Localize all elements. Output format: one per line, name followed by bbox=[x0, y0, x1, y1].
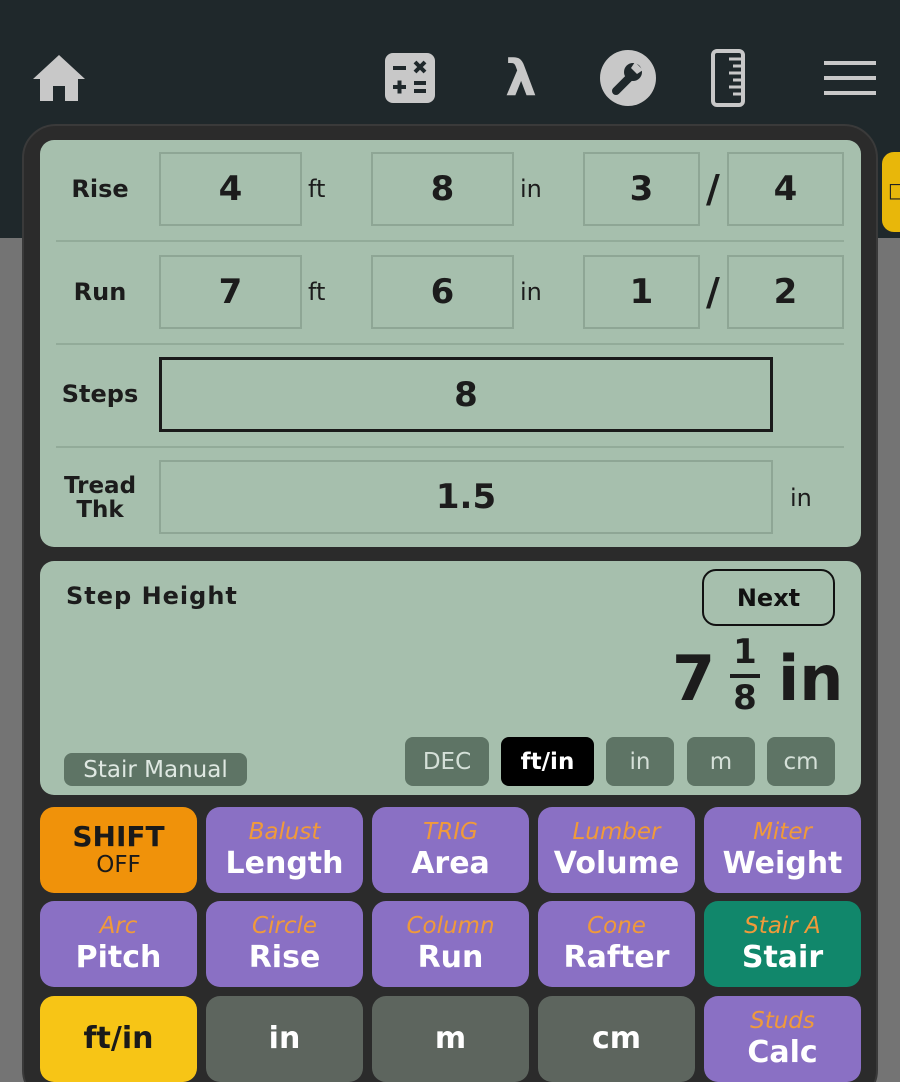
wrench-icon[interactable] bbox=[599, 50, 657, 106]
key-primary-label: Weight bbox=[722, 846, 843, 881]
result-label: Step Height bbox=[66, 582, 238, 610]
key-secondary-label: Lumber bbox=[572, 819, 661, 845]
key-in[interactable]: in bbox=[206, 996, 363, 1082]
result-unit: in bbox=[778, 642, 844, 715]
rise-label: Rise bbox=[71, 175, 129, 203]
key-secondary-label: Stair A bbox=[744, 913, 821, 939]
run-fraction-slash: / bbox=[706, 270, 720, 314]
key-primary-label: Volume bbox=[553, 846, 680, 881]
run-denominator-field[interactable]: 2 bbox=[727, 255, 844, 329]
key-secondary-label: Balust bbox=[248, 819, 321, 845]
key-run[interactable]: Column Run bbox=[372, 901, 529, 987]
run-in-unit: in bbox=[520, 278, 542, 306]
key-primary-label: Area bbox=[411, 846, 490, 881]
key-secondary-label: Circle bbox=[251, 913, 318, 939]
tread-label: Tread Thk bbox=[56, 474, 144, 522]
key-stair[interactable]: Stair A Stair bbox=[704, 901, 861, 987]
row-divider bbox=[56, 240, 844, 242]
key-secondary-label: Column bbox=[406, 913, 495, 939]
key-primary-label: ft/in bbox=[83, 1021, 154, 1056]
next-button[interactable]: Next bbox=[702, 569, 835, 626]
mode-badge[interactable]: Stair Manual bbox=[64, 753, 247, 786]
tread-label-line2: Thk bbox=[76, 497, 124, 523]
steps-field[interactable]: 8 bbox=[159, 357, 773, 432]
calculator-icon[interactable] bbox=[384, 50, 436, 106]
rise-in-unit: in bbox=[520, 175, 542, 203]
key-secondary-label: Cone bbox=[587, 913, 646, 939]
key-primary-label: Calc bbox=[747, 1035, 818, 1070]
run-label: Run bbox=[73, 278, 127, 306]
key-primary-label: cm bbox=[591, 1021, 642, 1056]
key-secondary-label: TRIG bbox=[423, 819, 478, 845]
result-denominator: 8 bbox=[733, 678, 757, 718]
ruler-icon[interactable] bbox=[710, 49, 746, 107]
key-secondary-label: Arc bbox=[99, 913, 138, 939]
key-shift[interactable]: SHIFT OFF bbox=[40, 807, 197, 893]
run-ft-unit: ft bbox=[308, 278, 326, 306]
key-calc[interactable]: Studs Calc bbox=[704, 996, 861, 1082]
rise-denominator-field[interactable]: 4 bbox=[727, 152, 844, 226]
key-rise[interactable]: Circle Rise bbox=[206, 901, 363, 987]
steps-label: Steps bbox=[61, 380, 139, 408]
menu-icon[interactable] bbox=[823, 50, 877, 106]
key-primary-label: Rise bbox=[248, 940, 321, 975]
key-primary-label: Rafter bbox=[563, 940, 670, 975]
result-numerator: 1 bbox=[733, 632, 757, 672]
run-ft-field[interactable]: 7 bbox=[159, 255, 302, 329]
key-weight[interactable]: Miter Weight bbox=[704, 807, 861, 893]
unit-chip-dec[interactable]: DEC bbox=[405, 737, 489, 786]
key-primary-label: m bbox=[434, 1021, 467, 1056]
key-area[interactable]: TRIG Area bbox=[372, 807, 529, 893]
rise-fraction-slash: / bbox=[706, 167, 720, 211]
key-primary-label: Run bbox=[417, 940, 484, 975]
unit-chip-cm[interactable]: cm bbox=[767, 737, 835, 786]
key-sub-label: OFF bbox=[96, 852, 141, 878]
tread-unit: in bbox=[790, 484, 812, 512]
lambda-glyph: λ bbox=[505, 49, 537, 107]
tab-glyph-icon: □ bbox=[888, 178, 900, 202]
run-in-field[interactable]: 6 bbox=[371, 255, 514, 329]
row-divider bbox=[56, 446, 844, 448]
result-whole-number: 7 bbox=[672, 642, 716, 715]
rise-numerator-field[interactable]: 3 bbox=[583, 152, 700, 226]
key-secondary-label: Miter bbox=[753, 819, 812, 845]
key-primary-label: Length bbox=[225, 846, 344, 881]
key-ft-in[interactable]: ft/in bbox=[40, 996, 197, 1082]
key-rafter[interactable]: Cone Rafter bbox=[538, 901, 695, 987]
run-numerator-field[interactable]: 1 bbox=[583, 255, 700, 329]
side-tab[interactable]: □ bbox=[880, 150, 900, 234]
tread-thickness-field[interactable]: 1.5 bbox=[159, 460, 773, 534]
key-length[interactable]: Balust Length bbox=[206, 807, 363, 893]
unit-chip-in[interactable]: in bbox=[606, 737, 674, 786]
unit-chip-m[interactable]: m bbox=[687, 737, 755, 786]
key-secondary-label: Studs bbox=[750, 1008, 815, 1034]
key-primary-label: SHIFT bbox=[72, 820, 165, 853]
key-cm[interactable]: cm bbox=[538, 996, 695, 1082]
key-m[interactable]: m bbox=[372, 996, 529, 1082]
rise-ft-field[interactable]: 4 bbox=[159, 152, 302, 226]
unit-chip-ft-in[interactable]: ft/in bbox=[501, 737, 594, 786]
key-primary-label: Stair bbox=[741, 940, 824, 975]
key-primary-label: Pitch bbox=[75, 940, 162, 975]
lambda-icon[interactable]: λ bbox=[496, 49, 546, 107]
row-divider bbox=[56, 343, 844, 345]
key-primary-label: in bbox=[268, 1021, 301, 1056]
home-icon[interactable] bbox=[30, 50, 88, 106]
rise-ft-unit: ft bbox=[308, 175, 326, 203]
key-volume[interactable]: Lumber Volume bbox=[538, 807, 695, 893]
key-pitch[interactable]: Arc Pitch bbox=[40, 901, 197, 987]
tread-label-line1: Tread bbox=[63, 473, 137, 499]
rise-in-field[interactable]: 8 bbox=[371, 152, 514, 226]
